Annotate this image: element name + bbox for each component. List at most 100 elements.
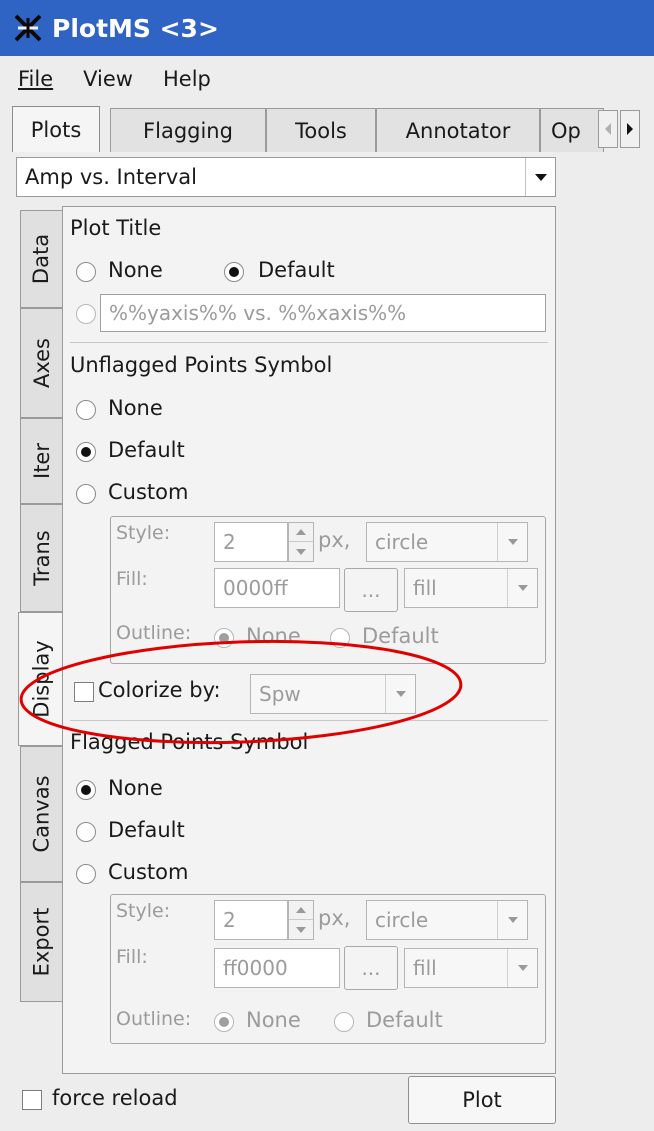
plot-title-none-radio[interactable]: [76, 262, 96, 282]
flagged-outline-default-label: Default: [366, 1008, 443, 1032]
chevron-down-icon: [517, 965, 528, 971]
chevron-down-icon: [395, 691, 406, 697]
unflagged-fill-type-select[interactable]: fill: [404, 568, 538, 608]
colorize-label: Colorize by:: [98, 678, 221, 702]
unflagged-shape-value: circle: [375, 530, 429, 554]
unflagged-size-stepper[interactable]: [288, 522, 314, 562]
flagged-heading: Flagged Points Symbol: [70, 730, 309, 754]
title-bar: PlotMS <3>: [0, 0, 654, 56]
arrow-up-icon: [296, 907, 306, 913]
side-tab-iter[interactable]: Iter: [20, 418, 62, 504]
unflagged-fill-color-value: 0000ff: [223, 576, 288, 600]
colorize-select[interactable]: Spw: [250, 674, 416, 714]
flagged-outline-default-radio[interactable]: [334, 1012, 354, 1032]
unflagged-outline-none-radio[interactable]: [214, 628, 234, 648]
unflagged-size-input[interactable]: 2: [214, 522, 288, 562]
tab-scroll-right[interactable]: [620, 110, 640, 148]
flagged-fill-type-arrow[interactable]: [507, 949, 537, 987]
side-tab-axes[interactable]: Axes: [20, 308, 62, 418]
flagged-fill-color-value: ff0000: [223, 956, 288, 980]
plot-title-default-label: Default: [258, 258, 335, 282]
flagged-custom-radio[interactable]: [76, 864, 96, 884]
plotms-app-icon: [14, 14, 42, 42]
unflagged-shape-select[interactable]: circle: [366, 522, 528, 562]
unflagged-style-label: Style:: [116, 522, 171, 544]
plot-button[interactable]: Plot: [408, 1076, 556, 1124]
flagged-default-radio[interactable]: [76, 822, 96, 842]
stepper-down[interactable]: [289, 920, 313, 939]
tab-scroll-left[interactable]: [598, 110, 618, 148]
flagged-default-label: Default: [108, 818, 185, 842]
arrow-right-icon: [627, 123, 633, 135]
menu-file-label: File: [18, 67, 54, 91]
plot-selector[interactable]: Amp vs. Interval: [16, 157, 556, 197]
unflagged-none-radio[interactable]: [76, 400, 96, 420]
flagged-color-picker-button[interactable]: ...: [344, 946, 398, 990]
tab-options[interactable]: Op: [540, 108, 604, 152]
side-tab-display[interactable]: Display: [18, 612, 64, 746]
plot-selector-arrow[interactable]: [525, 158, 555, 196]
unflagged-outline-default-label: Default: [362, 624, 439, 648]
stepper-up[interactable]: [289, 523, 313, 542]
divider: [70, 342, 548, 343]
side-tab-data[interactable]: Data: [20, 210, 62, 308]
unflagged-fill-label: Fill:: [116, 568, 148, 590]
tab-annotator[interactable]: Annotator: [376, 108, 540, 152]
divider: [70, 720, 548, 721]
plot-title-custom-radio[interactable]: [76, 304, 96, 324]
side-tab-axes-label: Axes: [29, 337, 54, 389]
arrow-down-icon: [296, 926, 306, 933]
unflagged-outline-default-radio[interactable]: [330, 628, 350, 648]
menu-help[interactable]: Help: [151, 67, 223, 91]
plot-selector-value: Amp vs. Interval: [25, 165, 197, 189]
flagged-style-label: Style:: [116, 900, 171, 922]
side-tab-trans[interactable]: Trans: [20, 504, 62, 612]
flagged-size-input[interactable]: 2: [214, 900, 288, 940]
flagged-none-radio[interactable]: [76, 780, 96, 800]
flagged-fill-color-input[interactable]: ff0000: [214, 948, 340, 988]
force-reload-checkbox[interactable]: [22, 1090, 42, 1110]
unflagged-custom-radio[interactable]: [76, 484, 96, 504]
menu-view[interactable]: View: [71, 67, 145, 91]
flagged-shape-select[interactable]: circle: [366, 900, 528, 940]
unflagged-color-picker-button[interactable]: ...: [344, 568, 398, 612]
unflagged-heading: Unflagged Points Symbol: [70, 353, 333, 377]
flagged-outline-none-label: None: [246, 1008, 301, 1032]
plot-title-default-radio[interactable]: [224, 262, 244, 282]
tab-flagging[interactable]: Flagging: [110, 108, 266, 152]
flagged-custom-label: Custom: [108, 860, 189, 884]
window-title: PlotMS <3>: [52, 13, 219, 43]
unflagged-none-label: None: [108, 396, 163, 420]
chevron-down-icon: [507, 539, 518, 545]
chevron-down-icon: [517, 585, 528, 591]
arrow-left-icon: [605, 123, 611, 135]
flagged-fill-type-select[interactable]: fill: [404, 948, 538, 988]
stepper-up[interactable]: [289, 901, 313, 920]
unflagged-px-label: px,: [318, 528, 351, 552]
unflagged-fill-type-arrow[interactable]: [507, 569, 537, 607]
plot-title-custom-input[interactable]: %%yaxis%% vs. %%xaxis%%: [100, 294, 546, 332]
flagged-fill-type-value: fill: [413, 956, 437, 980]
flagged-size-stepper[interactable]: [288, 900, 314, 940]
stepper-down[interactable]: [289, 542, 313, 561]
flagged-shape-arrow[interactable]: [497, 901, 527, 939]
force-reload-label: force reload: [52, 1086, 178, 1110]
tab-tools[interactable]: Tools: [266, 108, 376, 152]
side-tab-canvas[interactable]: Canvas: [20, 746, 62, 882]
colorize-arrow[interactable]: [385, 675, 415, 713]
side-tab-canvas-label: Canvas: [29, 775, 54, 853]
unflagged-outline-none-label: None: [246, 624, 301, 648]
unflagged-outline-label: Outline:: [116, 622, 192, 644]
unflagged-shape-arrow[interactable]: [497, 523, 527, 561]
side-tab-export-label: Export: [29, 907, 54, 977]
tab-plots[interactable]: Plots: [12, 106, 100, 152]
flagged-outline-none-radio[interactable]: [214, 1012, 234, 1032]
colorize-checkbox[interactable]: [74, 682, 94, 702]
side-tab-export[interactable]: Export: [20, 882, 62, 1002]
unflagged-default-radio[interactable]: [76, 442, 96, 462]
menu-bar: File View Help: [0, 56, 654, 102]
unflagged-fill-color-input[interactable]: 0000ff: [214, 568, 340, 608]
unflagged-custom-label: Custom: [108, 480, 189, 504]
menu-file[interactable]: File: [6, 67, 65, 91]
colorize-value: Spw: [259, 682, 301, 706]
